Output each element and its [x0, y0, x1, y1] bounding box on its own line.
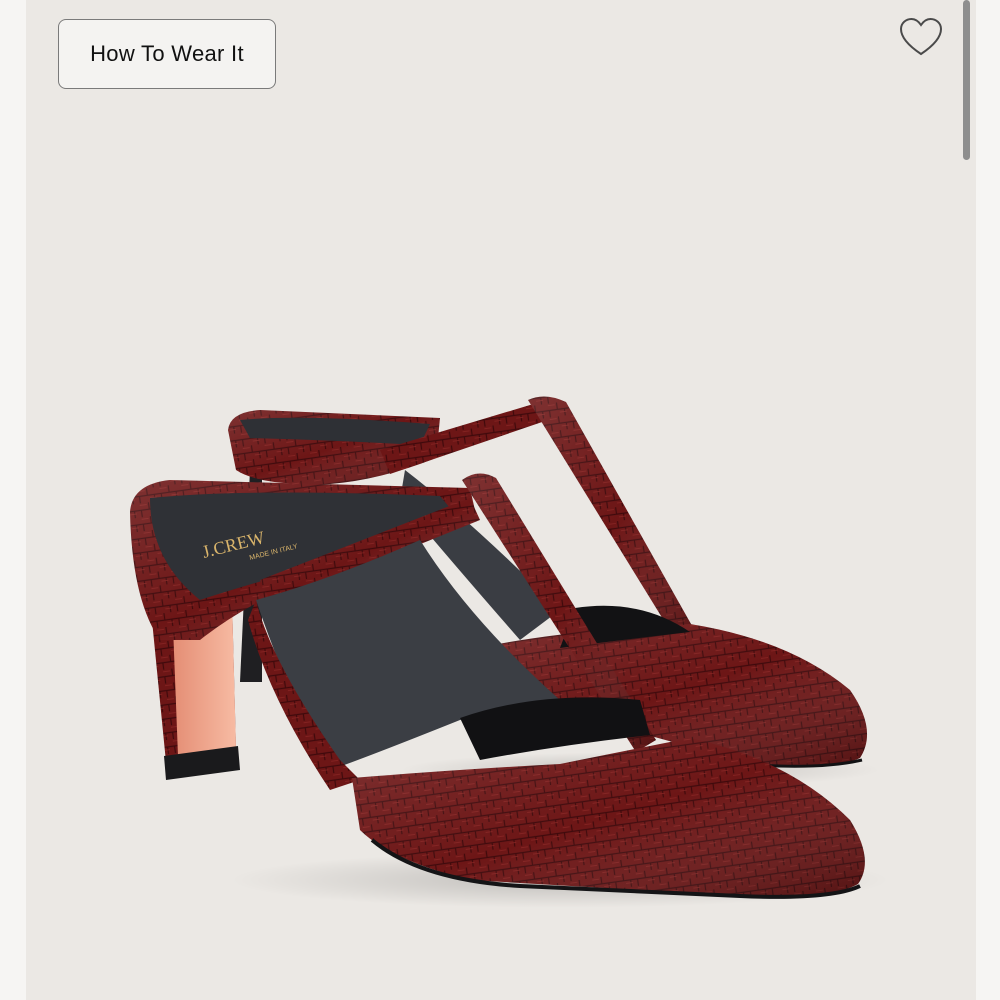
scrollbar-thumb[interactable]	[963, 0, 970, 160]
viewport: J.CREW MADE IN ITALY How To Wear It	[0, 0, 1000, 1000]
how-to-wear-label: How To Wear It	[90, 41, 244, 66]
favorite-button[interactable]	[896, 14, 946, 60]
how-to-wear-button[interactable]: How To Wear It	[58, 19, 276, 89]
heart-outline-icon	[899, 17, 943, 56]
product-image: J.CREW MADE IN ITALY	[130, 396, 890, 908]
